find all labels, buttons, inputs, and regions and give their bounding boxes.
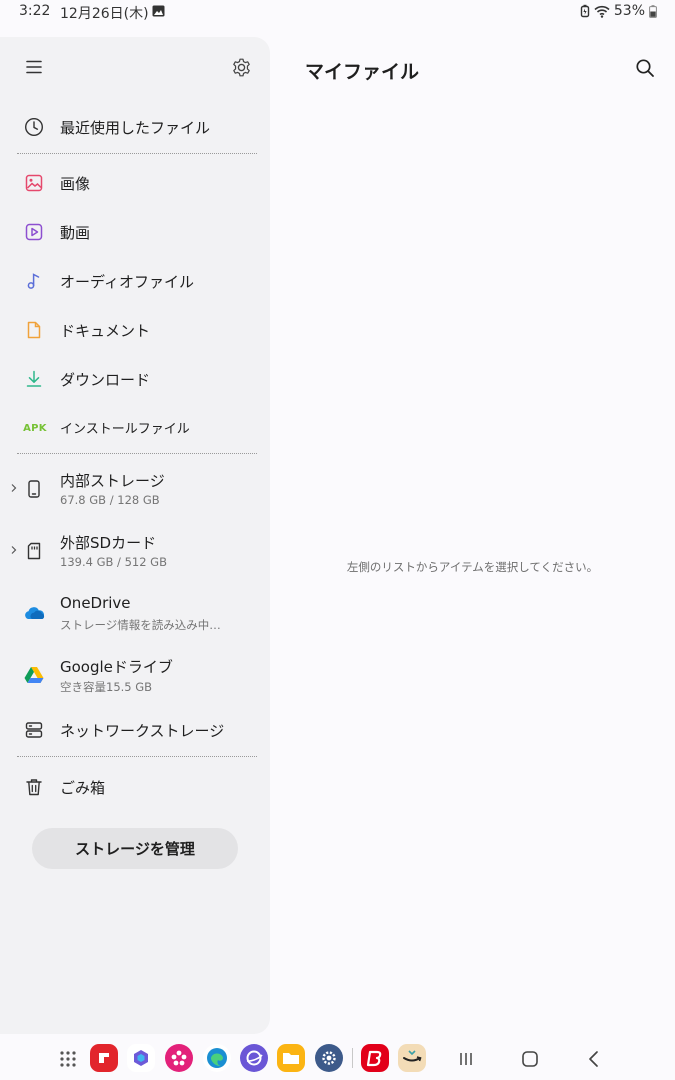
music-icon	[23, 270, 45, 292]
battery-saver-icon	[580, 4, 590, 18]
trash-icon	[23, 776, 45, 798]
drawer-item-label: 動画	[60, 224, 91, 242]
drawer-item-label: OneDrive	[60, 594, 131, 612]
video-icon	[23, 221, 45, 243]
drawer-item-documents[interactable]: ドキュメント	[0, 308, 270, 352]
drawer-item-videos[interactable]: 動画	[0, 210, 270, 254]
home-icon[interactable]	[519, 1048, 541, 1070]
storage-usage: 139.4 GB / 512 GB	[60, 555, 167, 569]
document-icon	[23, 319, 45, 341]
divider	[17, 756, 257, 757]
drawer-item-label: 内部ストレージ	[60, 472, 165, 490]
chevron-right-icon[interactable]	[9, 545, 18, 555]
drawer-item-recent[interactable]: 最近使用したファイル	[0, 105, 270, 149]
drawer-item-onedrive[interactable]: OneDrive ストレージ情報を読み込み中…	[0, 585, 270, 641]
drawer-item-label: 画像	[60, 175, 91, 193]
navigation-drawer: 最近使用したファイル 画像 動画 オーディオファイル ドキュメント ダウンロード…	[0, 37, 270, 1034]
network-storage-icon	[23, 719, 45, 741]
recent-apps-icon[interactable]	[455, 1048, 477, 1070]
dock-separator	[352, 1048, 353, 1068]
empty-state-message: 左側のリストからアイテムを選択してください。	[346, 560, 599, 574]
phone-icon	[23, 478, 45, 500]
chevron-right-icon[interactable]	[9, 483, 18, 493]
drawer-item-label: ごみ箱	[60, 779, 106, 797]
drawer-item-sd-card[interactable]: 外部SDカード 139.4 GB / 512 GB	[0, 523, 270, 579]
internet-icon[interactable]	[240, 1044, 268, 1072]
drawer-item-label: Googleドライブ	[60, 658, 173, 676]
drawer-item-network-storage[interactable]: ネットワークストレージ	[0, 708, 270, 752]
status-date: 12月26日(木)	[60, 6, 149, 22]
back-icon[interactable]	[583, 1048, 605, 1070]
image-icon	[23, 172, 45, 194]
manage-storage-button[interactable]: ストレージを管理	[32, 828, 238, 869]
clock-icon	[23, 116, 45, 138]
drawer-item-install-files[interactable]: APK インストールファイル	[0, 406, 270, 450]
drawer-item-label: 外部SDカード	[60, 534, 157, 552]
blossom-app-icon[interactable]	[165, 1044, 193, 1072]
wifi-icon	[594, 5, 610, 18]
drawer-item-google-drive[interactable]: Googleドライブ 空き容量15.5 GB	[0, 647, 270, 703]
edge-icon[interactable]	[203, 1044, 231, 1072]
storage-status: ストレージ情報を読み込み中…	[60, 618, 221, 632]
files-icon[interactable]	[277, 1044, 305, 1072]
status-bar: 3:22 12月26日(木) 53%	[0, 0, 675, 26]
drawer-item-label: オーディオファイル	[60, 273, 194, 291]
drawer-item-internal-storage[interactable]: 内部ストレージ 67.8 GB / 128 GB	[0, 461, 270, 517]
app-drawer-icon[interactable]	[59, 1050, 77, 1068]
battery-percent: 53%	[613, 3, 645, 19]
drawer-item-downloads[interactable]: ダウンロード	[0, 357, 270, 401]
divider	[17, 153, 257, 154]
onedrive-icon	[23, 602, 45, 624]
gallery-notification-icon	[152, 5, 165, 17]
sd-card-icon	[23, 540, 45, 562]
battery-icon	[649, 4, 657, 18]
status-right: 53%	[580, 3, 657, 19]
menu-icon[interactable]	[24, 57, 44, 77]
storage-free: 空き容量15.5 GB	[60, 680, 153, 694]
storage-usage: 67.8 GB / 128 GB	[60, 493, 160, 507]
divider	[17, 453, 257, 454]
amazon-icon[interactable]	[398, 1044, 426, 1072]
flipboard-icon[interactable]	[90, 1044, 118, 1072]
google-drive-icon	[23, 664, 45, 686]
drawer-item-label: インストールファイル	[60, 422, 190, 437]
drawer-item-label: 最近使用したファイル	[60, 119, 211, 137]
copilot-icon[interactable]	[127, 1044, 155, 1072]
drawer-item-label: ネットワークストレージ	[60, 722, 225, 740]
drawer-item-audio[interactable]: オーディオファイル	[0, 259, 270, 303]
settings-gear-icon[interactable]	[231, 57, 252, 78]
bic-camera-icon[interactable]	[361, 1044, 389, 1072]
download-icon	[23, 368, 45, 390]
search-icon[interactable]	[634, 57, 656, 79]
drawer-item-label: ドキュメント	[60, 322, 151, 340]
drawer-item-trash[interactable]: ごみ箱	[0, 765, 270, 809]
page-title: マイファイル	[305, 61, 420, 83]
taskbar	[0, 1036, 675, 1080]
status-time: 3:22	[19, 3, 51, 19]
settings-app-icon[interactable]	[315, 1044, 343, 1072]
drawer-item-label: ダウンロード	[60, 371, 151, 389]
apk-icon: APK	[23, 422, 47, 434]
drawer-item-images[interactable]: 画像	[0, 161, 270, 205]
